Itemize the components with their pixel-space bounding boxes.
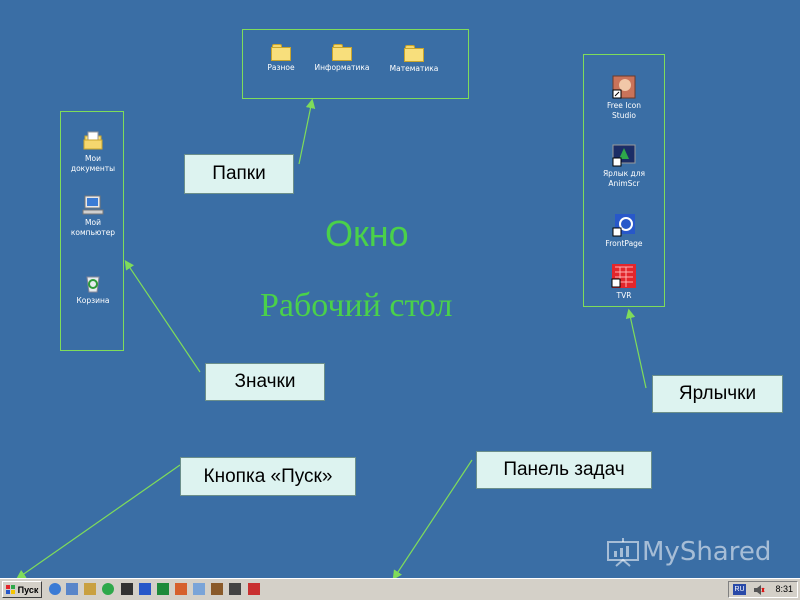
quick-launch-icon[interactable] [248,583,260,595]
internet-explorer-icon[interactable] [49,583,61,595]
quick-launch-icon[interactable] [121,583,133,595]
language-indicator[interactable]: RU [733,584,746,595]
callout-taskbar: Панель задач [476,451,652,489]
callout-icons: Значки [205,363,325,401]
desktop-heading: Рабочий стол [260,287,453,324]
volume-icon[interactable] [753,584,765,596]
taskbar: Пуск RU 8:31 [0,578,800,600]
window-heading: Окно [325,213,409,254]
quick-launch-icon[interactable] [229,583,241,595]
arrow-shortcuts [625,308,647,389]
arrow-start [16,464,181,580]
excel-icon[interactable] [157,583,169,595]
watermark: MyShared [604,536,771,568]
watermark-text: MyShared [642,537,772,567]
powerpoint-icon[interactable] [175,583,187,595]
system-tray: RU 8:31 [728,581,798,598]
quick-launch-icon[interactable] [84,583,96,595]
start-button[interactable]: Пуск [2,581,42,598]
outlook-icon[interactable] [66,583,78,595]
callout-folders: Папки [184,154,294,194]
presentation-icon [607,538,639,567]
clock: 8:31 [775,584,793,594]
windows-logo-icon [5,585,15,594]
callout-start-button: Кнопка «Пуск» [180,457,356,496]
arrow-folders [298,98,316,165]
quick-launch-icon[interactable] [193,583,205,595]
quick-launch-icon[interactable] [102,583,114,595]
arrow-taskbar [392,459,473,581]
word-icon[interactable] [139,583,151,595]
quick-launch-icon[interactable] [211,583,223,595]
start-label: Пуск [17,584,39,595]
arrow-icons [124,260,201,373]
callout-shortcuts: Ярлычки [652,375,783,413]
